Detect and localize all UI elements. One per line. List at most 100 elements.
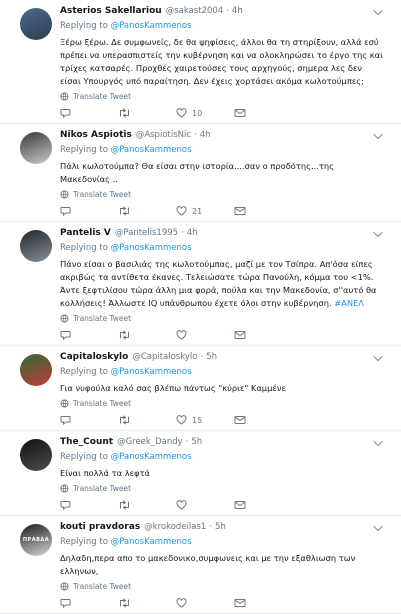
replying-to: Replying to @PanosKammenos (60, 367, 391, 379)
globe-icon (60, 483, 73, 493)
reply-button[interactable] (60, 415, 118, 425)
retweet-button[interactable] (118, 206, 176, 216)
tweet-header: Asterios Sakellariou @sakast2004 · 4h (60, 6, 391, 20)
tweet-time[interactable]: 5h (191, 437, 202, 447)
mention-link[interactable]: @PanosKammenos (111, 452, 192, 462)
direct-message-button[interactable] (234, 330, 254, 340)
avatar[interactable] (20, 230, 52, 262)
tweet-actions: 10 (60, 103, 391, 123)
direct-message-icon (234, 330, 246, 340)
translate-tweet-link[interactable]: Translate Tweet (60, 482, 391, 494)
tweet-actions (60, 325, 391, 345)
separator-dot: · (209, 522, 213, 532)
chevron-down-icon (373, 355, 383, 362)
avatar[interactable] (20, 132, 52, 164)
tweet-time[interactable]: 5h (206, 352, 217, 362)
author-name[interactable]: Capitaloskylo (60, 352, 128, 362)
like-button[interactable]: 10 (176, 108, 234, 118)
tweet-menu-button[interactable] (371, 437, 385, 449)
globe-icon (60, 398, 73, 408)
tweet-menu-button[interactable] (371, 6, 385, 18)
translate-tweet-link[interactable]: Translate Tweet (60, 312, 391, 324)
like-button[interactable]: 15 (176, 415, 234, 425)
tweet-time[interactable]: 5h (215, 522, 226, 532)
author-handle[interactable]: @Pantelis1995 (115, 228, 178, 238)
author-name[interactable]: Pantelis V (60, 228, 111, 238)
mention-link[interactable]: @PanosKammenos (111, 21, 192, 31)
tweet[interactable]: Pantelis V @Pantelis1995 · 4h Replying to @P… (0, 222, 401, 346)
like-button[interactable]: 21 (176, 206, 234, 216)
reply-button[interactable] (60, 206, 118, 216)
tweet[interactable]: The_Count @Greek_Dandy · 5h Replying to @Pan… (0, 431, 401, 516)
tweet-header: Capitaloskylo @Capitaloskylo · 5h (60, 352, 391, 366)
author-handle[interactable]: @krokodeilas1 (144, 522, 206, 532)
like-button[interactable] (176, 500, 234, 510)
reply-icon (60, 500, 71, 510)
tweet-text-body: Δηλαδη,περα απο το μακεδονικο,συμφωνεις … (60, 553, 356, 576)
reply-button[interactable] (60, 330, 118, 340)
tweet-time[interactable]: 4h (232, 6, 243, 16)
tweet-actions (60, 593, 391, 613)
direct-message-icon (234, 415, 246, 425)
translate-tweet-link[interactable]: Translate Tweet (60, 90, 391, 102)
globe-icon (60, 91, 73, 101)
avatar[interactable] (20, 8, 52, 40)
reply-icon (60, 108, 71, 118)
globe-icon (60, 581, 73, 591)
author-handle[interactable]: @Greek_Dandy (117, 437, 183, 447)
author-name[interactable]: Asterios Sakellariou (60, 6, 162, 16)
reply-button[interactable] (60, 500, 118, 510)
separator-dot: · (185, 437, 189, 447)
mention-link[interactable]: @PanosKammenos (111, 145, 192, 155)
likes-count: 15 (192, 415, 203, 425)
retweet-button[interactable] (118, 415, 176, 425)
avatar[interactable] (20, 354, 52, 386)
mention-link[interactable]: @PanosKammenos (111, 537, 192, 547)
retweet-button[interactable] (118, 500, 176, 510)
tweet-text-body: Πάνο είσαι ο βασιλιάς της κωλοτούμπας, μ… (60, 259, 377, 308)
tweet-text: Ξέρω ξέρω. Δε συμφωνείς, δε θα ψηφίσεις,… (60, 36, 391, 88)
like-button[interactable] (176, 330, 234, 340)
direct-message-button[interactable] (234, 206, 254, 216)
translate-tweet-label: Translate Tweet (73, 581, 132, 591)
hashtag-link[interactable]: #ΑΝΕΛ (334, 298, 364, 308)
tweet-time[interactable]: 4h (187, 228, 198, 238)
tweet[interactable]: Asterios Sakellariou @sakast2004 · 4h Replyi… (0, 0, 401, 124)
author-handle[interactable]: @AspiotisNic (136, 130, 191, 140)
direct-message-button[interactable] (234, 108, 254, 118)
author-handle[interactable]: @sakast2004 (166, 6, 224, 16)
mention-link[interactable]: @PanosKammenos (111, 243, 192, 253)
direct-message-button[interactable] (234, 500, 254, 510)
avatar[interactable]: ΠΡΑΒΔΑ (20, 524, 52, 556)
author-name[interactable]: Nikos Aspiotis (60, 130, 132, 140)
author-name[interactable]: The_Count (60, 437, 113, 447)
author-handle[interactable]: @Capitaloskylo (132, 352, 197, 362)
tweet-menu-button[interactable] (371, 352, 385, 364)
translate-tweet-link[interactable]: Translate Tweet (60, 580, 391, 592)
tweet-menu-button[interactable] (371, 228, 385, 240)
tweet-actions (60, 495, 391, 515)
tweet[interactable]: ΠΡΑΒΔΑ kouti pravdoras @krokodeilas1 · 5h Rep… (0, 516, 401, 614)
tweet-menu-button[interactable] (371, 130, 385, 142)
tweet-time[interactable]: 4h (200, 130, 211, 140)
avatar[interactable] (20, 439, 52, 471)
direct-message-icon (234, 206, 246, 216)
replying-to: Replying to @PanosKammenos (60, 537, 391, 549)
replying-to-label: Replying to (60, 243, 108, 253)
retweet-button[interactable] (118, 330, 176, 340)
tweet-text: Είναι πολλά τα λεφτά (60, 467, 391, 480)
translate-tweet-link[interactable]: Translate Tweet (60, 188, 391, 200)
retweet-button[interactable] (118, 108, 176, 118)
retweet-icon (118, 206, 131, 216)
mention-link[interactable]: @PanosKammenos (111, 367, 192, 377)
tweet[interactable]: Nikos Aspiotis @AspiotisNic · 4h Replying to… (0, 124, 401, 222)
direct-message-icon (234, 108, 246, 118)
author-name[interactable]: kouti pravdoras (60, 522, 140, 532)
tweet-menu-button[interactable] (371, 522, 385, 534)
tweet[interactable]: Capitaloskylo @Capitaloskylo · 5h Replying t… (0, 346, 401, 431)
translate-tweet-link[interactable]: Translate Tweet (60, 397, 391, 409)
direct-message-button[interactable] (234, 415, 254, 425)
replying-to: Replying to @PanosKammenos (60, 452, 391, 464)
like-icon (176, 108, 187, 118)
reply-button[interactable] (60, 108, 118, 118)
